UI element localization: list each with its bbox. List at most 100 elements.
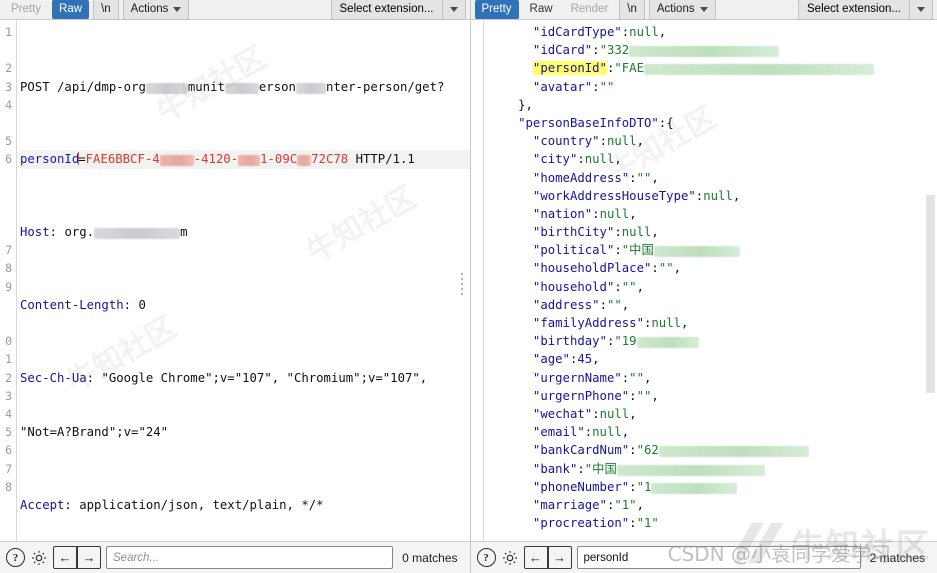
json-key: "workAddressHouseType" xyxy=(532,188,696,203)
tab-pretty-response[interactable]: Pretty xyxy=(474,0,519,19)
search-next-button[interactable]: → xyxy=(77,546,101,569)
json-value: "1 xyxy=(636,479,652,494)
json-colon: : xyxy=(629,516,637,531)
json-line: "address":"", xyxy=(489,296,937,314)
line-number-blank xyxy=(0,314,14,332)
actions-button-response[interactable]: Actions xyxy=(648,0,716,20)
header-value: 0 xyxy=(138,298,146,312)
header-value: application/json, text/plain, */* xyxy=(79,498,324,513)
json-comma: , xyxy=(643,370,652,385)
json-value: "" xyxy=(658,261,674,276)
header-value: "Google Chrome";v="107", "Chromium";v="1… xyxy=(101,370,428,385)
header-value-wrap: "Not=A?Brand";v="24" xyxy=(20,425,169,440)
gutter-divider-response xyxy=(482,20,484,541)
tab-pretty-request[interactable]: Pretty xyxy=(4,0,48,19)
json-line: "idCardType":null, xyxy=(489,23,937,41)
request-header-sec-ch-ua: Sec-Ch-Ua: "Google Chrome";v="107", "Chr… xyxy=(20,370,428,385)
json-line: "household":"", xyxy=(489,278,937,296)
line-number: 8 xyxy=(5,479,12,494)
http-method: POST xyxy=(20,79,50,94)
json-comma: , xyxy=(636,497,644,512)
help-icon[interactable]: ? xyxy=(476,548,496,567)
json-value: null xyxy=(584,152,615,167)
search-input-response[interactable]: personId xyxy=(576,546,861,569)
gear-icon[interactable] xyxy=(501,549,519,567)
request-line-1b: personId=FAE6BBCF-4 -4120- 1-09C 72C78 HTTP… xyxy=(20,150,470,169)
gear-icon[interactable] xyxy=(30,549,48,567)
tab-raw-response[interactable]: Raw xyxy=(523,0,560,19)
tab-raw-request[interactable]: Raw xyxy=(52,0,90,19)
search-nav-buttons-response: ← → xyxy=(523,546,572,569)
header-name: Accept xyxy=(20,498,65,513)
json-key: "householdPlace" xyxy=(532,261,652,276)
json-value: null xyxy=(599,406,630,421)
json-key: "age" xyxy=(532,352,570,367)
help-icon[interactable]: ? xyxy=(6,548,25,567)
newline-toggle-response[interactable]: \n xyxy=(619,0,645,20)
json-key: "familyAddress" xyxy=(532,316,644,330)
json-value: "" xyxy=(636,388,652,403)
request-path-4: nter-person/get? xyxy=(325,79,445,94)
drag-handle-dots-icon[interactable] xyxy=(460,273,464,295)
request-code-area[interactable]: 1 2 3 4 5 6 7 8 9 0 1 2 3 4 5 6 7 8 POST… xyxy=(0,20,470,541)
query-equals: = xyxy=(78,152,86,167)
json-line: "homeAddress":"", xyxy=(489,169,937,187)
line-number: 3 xyxy=(5,388,12,403)
line-number: 2 xyxy=(5,370,12,385)
line-number-blank xyxy=(0,187,14,205)
line-number: 5 xyxy=(5,425,12,440)
json-line: "bank":"中国 xyxy=(489,460,937,478)
tab-render-response[interactable]: Render xyxy=(564,0,616,19)
select-extension-response[interactable]: Select extension... xyxy=(798,0,933,20)
select-extension-caret-response[interactable] xyxy=(909,0,933,20)
json-value: null xyxy=(606,134,637,149)
newline-toggle-request[interactable]: \n xyxy=(93,0,119,20)
select-extension-caret-request[interactable] xyxy=(441,0,466,20)
redaction-block xyxy=(295,82,326,94)
search-prev-button-response[interactable]: ← xyxy=(523,546,548,569)
query-param-name: personId xyxy=(20,152,80,167)
line-number-blank xyxy=(0,205,14,223)
search-value-response: personId xyxy=(583,551,629,564)
redaction-block xyxy=(159,155,194,167)
response-code-area[interactable]: "idCardType":null, "idCard":"332 "person… xyxy=(470,20,937,541)
search-next-button-response[interactable]: → xyxy=(547,546,572,569)
request-statusbar: ? ← → Search... 0 matches xyxy=(0,541,470,573)
request-toolbar: Pretty Raw \n Actions Select extension..… xyxy=(0,0,470,20)
actions-button-request[interactable]: Actions xyxy=(122,0,190,20)
json-key: "idCard" xyxy=(532,43,593,58)
json-colon: : xyxy=(592,406,600,421)
search-placeholder-request: Search... xyxy=(113,551,160,564)
json-comma: , xyxy=(651,225,659,240)
json-colon: : xyxy=(577,461,585,476)
json-line: "birthday":"19 xyxy=(489,332,937,350)
search-prev-button[interactable]: ← xyxy=(53,546,77,569)
json-comma: , xyxy=(629,206,637,221)
line-number: 2 xyxy=(5,61,12,76)
json-line: "wechat":null, xyxy=(489,405,937,423)
query-value-3: 1-09C xyxy=(260,152,298,167)
line-number-blank xyxy=(0,114,14,132)
line-number: 1 xyxy=(5,352,12,367)
line-number: 7 xyxy=(5,243,12,258)
json-key: "phoneNumber" xyxy=(532,479,630,494)
json-value: "FAE xyxy=(614,61,644,76)
redaction-block xyxy=(94,228,181,240)
vertical-scrollbar[interactable] xyxy=(926,195,935,393)
search-input-request[interactable]: Search... xyxy=(106,546,394,569)
redaction-block xyxy=(616,464,765,476)
search-nav-buttons: ← → xyxy=(53,546,101,569)
json-value: "" xyxy=(621,279,637,294)
line-number: 6 xyxy=(5,152,12,167)
json-comma: , xyxy=(636,134,644,149)
json-key: "address" xyxy=(532,297,600,312)
select-extension-request[interactable]: Select extension... xyxy=(330,0,466,20)
json-comma: , xyxy=(681,316,689,330)
json-line: "bankCardNum":"62 xyxy=(489,441,937,459)
json-line: "country":null, xyxy=(489,132,937,150)
redaction-block xyxy=(238,155,261,167)
